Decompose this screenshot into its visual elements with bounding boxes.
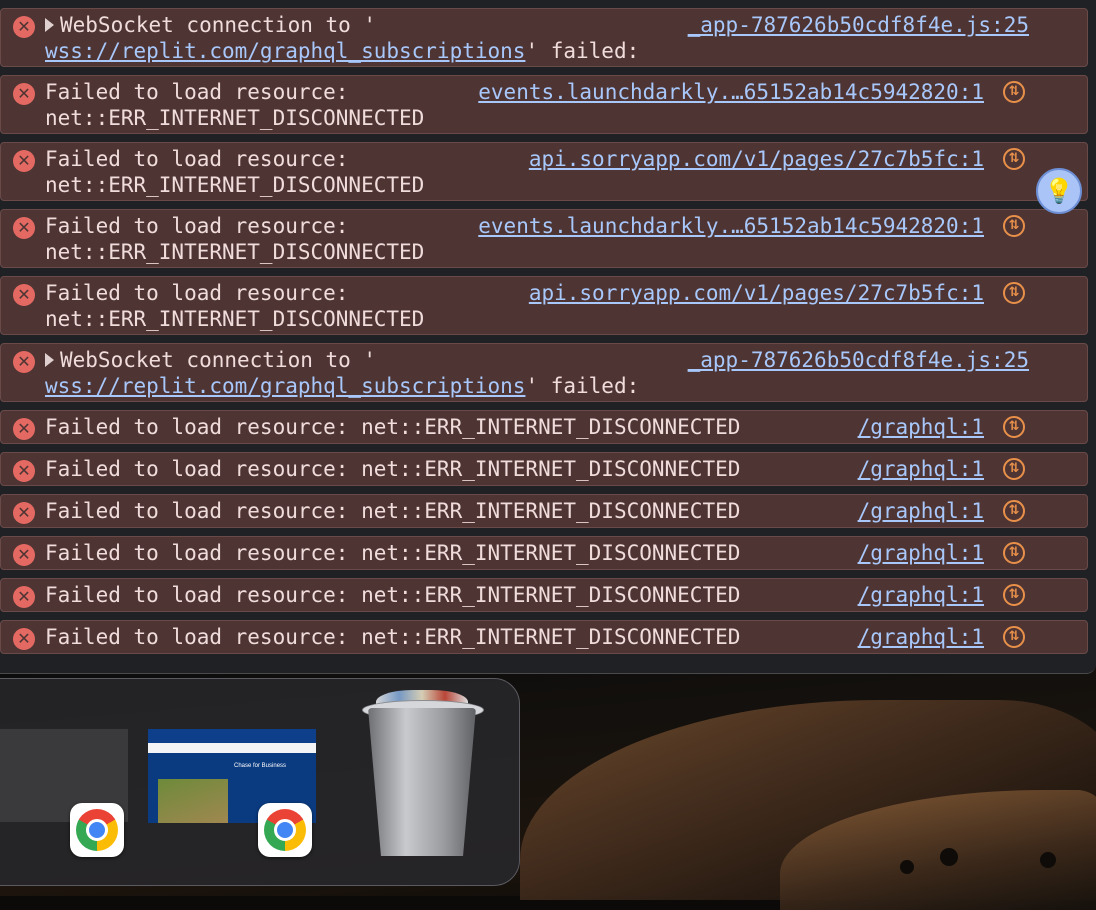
- console-scrollbar[interactable]: [1088, 0, 1096, 673]
- console-error-message[interactable]: ✕ Failed to load resource: net::ERR_INTER…: [0, 410, 1088, 444]
- error-x-icon: ✕: [13, 83, 35, 105]
- source-location-link[interactable]: /graphql:1: [858, 456, 984, 482]
- console-message-text: net::ERR_INTERNET_DISCONNECTED: [45, 240, 425, 264]
- console-error-message[interactable]: ✕ Failed to load resource: net::ERR_INTERN…: [0, 209, 1088, 268]
- console-message-text: net::ERR_INTERNET_DISCONNECTED: [45, 307, 425, 331]
- console-error-message[interactable]: ✕ WebSocket connection to ' wss://replit.c…: [0, 8, 1088, 67]
- trash-icon[interactable]: [358, 690, 486, 856]
- thumbnail-navbar: [148, 729, 316, 743]
- websocket-url-link[interactable]: wss://replit.com/graphql_subscriptions: [45, 39, 525, 63]
- chrome-icon[interactable]: [258, 803, 312, 857]
- console-message-text: Failed to load resource: net::ERR_INTERN…: [45, 499, 741, 523]
- console-message-text: WebSocket connection to ': [60, 13, 377, 37]
- error-x-icon: ✕: [13, 351, 35, 373]
- error-x-icon: ✕: [13, 284, 35, 306]
- console-error-message[interactable]: ✕ Failed to load resource: net::ERR_INTER…: [0, 578, 1088, 612]
- devtools-console-panel: ✕Failed to load resource: net::ERR_INTER…: [0, 0, 1096, 674]
- console-error-message[interactable]: ✕ WebSocket connection to ' wss://replit.c…: [0, 343, 1088, 402]
- console-message-text: Failed to load resource: net::ERR_INTERN…: [45, 457, 741, 481]
- network-request-icon[interactable]: ⇅: [1003, 584, 1025, 606]
- chrome-icon[interactable]: [70, 803, 124, 857]
- console-message-text: net::ERR_INTERNET_DISCONNECTED: [45, 173, 425, 197]
- expand-triangle-icon[interactable]: [45, 18, 54, 32]
- expand-triangle-icon[interactable]: [45, 353, 54, 367]
- error-x-icon: ✕: [13, 502, 35, 524]
- network-request-icon[interactable]: ⇅: [1003, 500, 1025, 522]
- thumbnail-photo: [158, 779, 228, 823]
- source-location-link[interactable]: /graphql:1: [858, 624, 984, 650]
- console-message-text: Failed to load resource:: [45, 147, 349, 171]
- thumbnail-title: Chase for Business: [234, 763, 287, 769]
- error-x-icon: ✕: [13, 418, 35, 440]
- network-request-icon[interactable]: ⇅: [1003, 416, 1025, 438]
- console-message-text: Failed to load resource:: [45, 80, 349, 104]
- network-request-icon[interactable]: ⇅: [1003, 626, 1025, 648]
- source-location-link[interactable]: /graphql:1: [858, 414, 984, 440]
- console-error-message[interactable]: ✕ Failed to load resource: net::ERR_INTERN…: [0, 276, 1088, 335]
- console-error-message[interactable]: ✕ Failed to load resource: net::ERR_INTER…: [0, 536, 1088, 570]
- console-message-text: Failed to load resource: net::ERR_INTERN…: [45, 625, 741, 649]
- source-location-link[interactable]: api.sorryapp.com/v1/pages/27c7b5fc:1: [529, 146, 984, 172]
- error-x-icon: ✕: [13, 150, 35, 172]
- wallpaper-tree: [940, 848, 958, 866]
- source-location-link[interactable]: /graphql:1: [858, 582, 984, 608]
- network-request-icon[interactable]: ⇅: [1003, 282, 1025, 304]
- error-x-icon: ✕: [13, 586, 35, 608]
- console-error-message[interactable]: ✕ Failed to load resource: net::ERR_INTERN…: [0, 142, 1088, 201]
- error-x-icon: ✕: [13, 217, 35, 239]
- console-message-text: Failed to load resource: net::ERR_INTERN…: [45, 583, 741, 607]
- console-error-message[interactable]: ✕ Failed to load resource: net::ERR_INTER…: [0, 452, 1088, 486]
- console-message-text: ' failed:: [525, 374, 640, 398]
- source-location-link[interactable]: events.launchdarkly.…65152ab14c5942820:1: [478, 79, 984, 105]
- source-location-link[interactable]: _app-787626b50cdf8f4e.js:25: [688, 347, 1029, 373]
- error-x-icon: ✕: [13, 16, 35, 38]
- error-x-icon: ✕: [13, 460, 35, 482]
- console-error-message[interactable]: ✕ Failed to load resource: net::ERR_INTER…: [0, 620, 1088, 654]
- source-location-link[interactable]: /graphql:1: [858, 498, 984, 524]
- console-message-text: Failed to load resource: net::ERR_INTERN…: [45, 541, 741, 565]
- network-request-icon[interactable]: ⇅: [1003, 215, 1025, 237]
- console-message-list: ✕Failed to load resource: net::ERR_INTER…: [0, 0, 1088, 662]
- network-request-icon[interactable]: ⇅: [1003, 542, 1025, 564]
- network-request-icon[interactable]: ⇅: [1003, 81, 1025, 103]
- source-location-link[interactable]: events.launchdarkly.…65152ab14c5942820:1: [478, 213, 984, 239]
- wallpaper-tree: [1040, 852, 1056, 868]
- console-message-text: WebSocket connection to ': [60, 348, 377, 372]
- trash-can-body: [368, 708, 476, 856]
- console-message-text: ' failed:: [525, 39, 640, 63]
- source-location-link[interactable]: api.sorryapp.com/v1/pages/27c7b5fc:1: [529, 280, 984, 306]
- console-message-text: Failed to load resource:: [45, 281, 349, 305]
- chrome-icon-core: [274, 819, 296, 841]
- source-location-link[interactable]: _app-787626b50cdf8f4e.js:25: [688, 12, 1029, 38]
- console-message-text: net::ERR_INTERNET_DISCONNECTED: [45, 106, 425, 130]
- error-x-icon: ✕: [13, 544, 35, 566]
- network-request-icon[interactable]: ⇅: [1003, 148, 1025, 170]
- console-error-message[interactable]: ✕ Failed to load resource: net::ERR_INTERN…: [0, 75, 1088, 134]
- websocket-url-link[interactable]: wss://replit.com/graphql_subscriptions: [45, 374, 525, 398]
- ai-assist-lightbulb-icon[interactable]: 💡: [1036, 168, 1082, 214]
- error-x-icon: ✕: [13, 628, 35, 650]
- console-message-text: Failed to load resource:: [45, 214, 349, 238]
- console-message-text: Failed to load resource: net::ERR_INTERN…: [45, 415, 741, 439]
- chrome-icon-core: [86, 819, 108, 841]
- console-error-message[interactable]: ✕ Failed to load resource: net::ERR_INTER…: [0, 494, 1088, 528]
- network-request-icon[interactable]: ⇅: [1003, 458, 1025, 480]
- wallpaper-tree: [900, 860, 914, 874]
- source-location-link[interactable]: /graphql:1: [858, 540, 984, 566]
